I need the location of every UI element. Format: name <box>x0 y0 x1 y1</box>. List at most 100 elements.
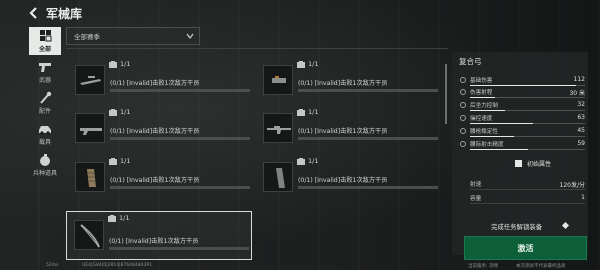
item-card-selected[interactable]: 1/1 (0/1) [Invalid]击败1次敌方干员 <box>66 211 252 260</box>
sidebar-item-label: 全部 <box>38 46 51 53</box>
progress-bar <box>298 89 438 92</box>
handling-icon <box>460 115 466 121</box>
help-icon[interactable] <box>562 222 569 229</box>
stat-row: 伤害射程 30 米 <box>460 88 587 99</box>
server-status-text: 当前服务: 流畅 <box>468 264 498 269</box>
sniper-rifle-icon <box>80 76 101 85</box>
stat-value: 59 <box>577 140 585 147</box>
stat-fill <box>470 123 534 124</box>
item-thumbnail <box>75 113 105 143</box>
vehicle-icon <box>39 126 51 135</box>
accuracy-icon <box>460 141 466 147</box>
inventory-icon <box>297 61 305 68</box>
item-card[interactable]: 1/1 (0/1) [Invalid]击败1次敌方干员 <box>256 155 441 202</box>
stability-icon <box>460 128 466 134</box>
item-count: 1/1 <box>120 108 131 116</box>
sidebar-item-label: 兵种道具 <box>32 170 57 177</box>
progress-bar <box>110 89 250 92</box>
progress-bar <box>110 186 250 189</box>
shotgun-icon <box>80 128 102 135</box>
item-unlock-task: (0/1) [Invalid]击败1次敌方干员 <box>110 177 200 184</box>
recoil-icon <box>460 102 466 108</box>
stat-value: 120发/分 <box>559 182 585 189</box>
inventory-icon <box>108 215 116 222</box>
activate-button[interactable]: 激活 <box>464 236 587 260</box>
stat-row: 操控速度 63 <box>460 114 587 125</box>
item-unlock-task: (0/1) [Invalid]击败1次敌方干员 <box>109 238 199 245</box>
stat-value: 30 米 <box>569 90 585 97</box>
season-dropdown[interactable]: 全部赛季 <box>66 27 200 45</box>
item-unlock-task: (0/1) [Invalid]击败1次敌方干员 <box>110 80 200 87</box>
stat-value: 1 <box>581 194 585 201</box>
damage-icon <box>460 77 466 83</box>
sidebar-item-label: 载具 <box>38 139 51 146</box>
item-thumbnail <box>75 162 105 192</box>
item-card[interactable]: 1/1 (0/1) [Invalid]击败1次敌方干员 <box>256 106 441 153</box>
item-card[interactable]: 1/1 (0/1) [Invalid]击败1次敌方干员 <box>68 155 253 202</box>
item-card[interactable]: 1/1 (0/1) [Invalid]击败1次敌方干员 <box>68 106 253 153</box>
stat-value: 63 <box>577 114 585 121</box>
header: 军械库 <box>0 0 600 26</box>
stat-label: 基础伤害 <box>470 78 493 84</box>
inventory-icon <box>109 109 117 116</box>
sidebar-item-class-items[interactable]: 兵种道具 <box>29 151 61 179</box>
stat-value: 112 <box>573 76 585 83</box>
item-thumbnail <box>263 113 293 143</box>
stat-label: 腰枪稳定性 <box>470 129 498 135</box>
sidebar-item-vehicles[interactable]: 载具 <box>29 120 61 148</box>
unlock-hint: 完成任务解锁装备 <box>491 223 543 231</box>
range-icon <box>460 89 466 95</box>
stat-fill <box>470 136 514 137</box>
stat-fill <box>470 85 576 86</box>
activate-button-label: 激活 <box>517 244 534 253</box>
initial-attributes-toggle[interactable]: 初始属性 <box>515 159 581 169</box>
sidebar-item-weapons[interactable]: 武器 <box>29 58 61 86</box>
ping-text: 52ms <box>46 263 59 268</box>
item-count: 1/1 <box>120 60 131 68</box>
divider <box>470 203 585 204</box>
stat-fill <box>470 110 505 111</box>
stat-row: 腰枪稳定性 45 <box>460 127 587 138</box>
sidebar-item-attachments[interactable]: 配件 <box>29 89 61 117</box>
item-card[interactable]: 1/1 (0/1) [Invalid]击败1次敌方干员 <box>256 58 441 105</box>
stat-label: 伤害射程 <box>470 90 493 96</box>
stat-label: 容量 <box>470 196 482 202</box>
item-thumbnail <box>263 162 293 192</box>
wrench-icon <box>40 91 52 104</box>
assault-rifle-icon <box>267 126 291 134</box>
magazine-icon <box>276 168 285 188</box>
grip-attachment-icon <box>87 169 96 187</box>
stat-label: 操控速度 <box>470 116 493 122</box>
scope-attachment-icon <box>272 76 286 83</box>
stat-row: 腰际射击精度 59 <box>460 140 587 151</box>
stat-fill <box>470 97 496 98</box>
progress-bar <box>298 186 438 189</box>
item-card[interactable]: 1/1 (0/1) [Invalid]击败1次敌方干员 <box>68 58 253 105</box>
item-unlock-task: (0/1) [Invalid]击败1次敌方干员 <box>110 128 200 135</box>
weapon-name: 复合弓 <box>459 57 482 66</box>
sidebar-item-all[interactable]: 全部 <box>29 27 61 55</box>
item-thumbnail <box>74 220 104 250</box>
compound-bow-icon <box>80 224 100 248</box>
item-count: 1/1 <box>120 157 131 165</box>
stat-value: 45 <box>577 127 585 134</box>
divider <box>470 189 585 190</box>
initial-attributes-label: 初始属性 <box>527 161 552 168</box>
item-unlock-task: (0/1) [Invalid]击败1次敌方干员 <box>298 177 388 184</box>
grenade-icon <box>40 154 50 166</box>
checkbox[interactable] <box>515 160 522 167</box>
pistol-icon <box>39 63 51 72</box>
item-count: 1/1 <box>308 60 319 68</box>
stat-label: 射速 <box>470 182 482 188</box>
item-count: 1/1 <box>308 157 319 165</box>
stat-row-capacity: 容量 1 <box>460 194 587 204</box>
list-scrollbar[interactable] <box>445 64 447 124</box>
stat-value: 32 <box>577 101 585 108</box>
stat-row-fire-rate: 射速 120发/分 <box>460 180 587 190</box>
chevron-down-icon <box>186 33 194 39</box>
uid-text: UE4|G84|0|2814|87648484391 <box>82 263 153 268</box>
page-title: 军械库 <box>46 7 83 21</box>
inventory-icon <box>109 158 117 165</box>
back-arrow-icon[interactable] <box>27 6 41 20</box>
sidebar-item-label: 武器 <box>38 77 51 84</box>
